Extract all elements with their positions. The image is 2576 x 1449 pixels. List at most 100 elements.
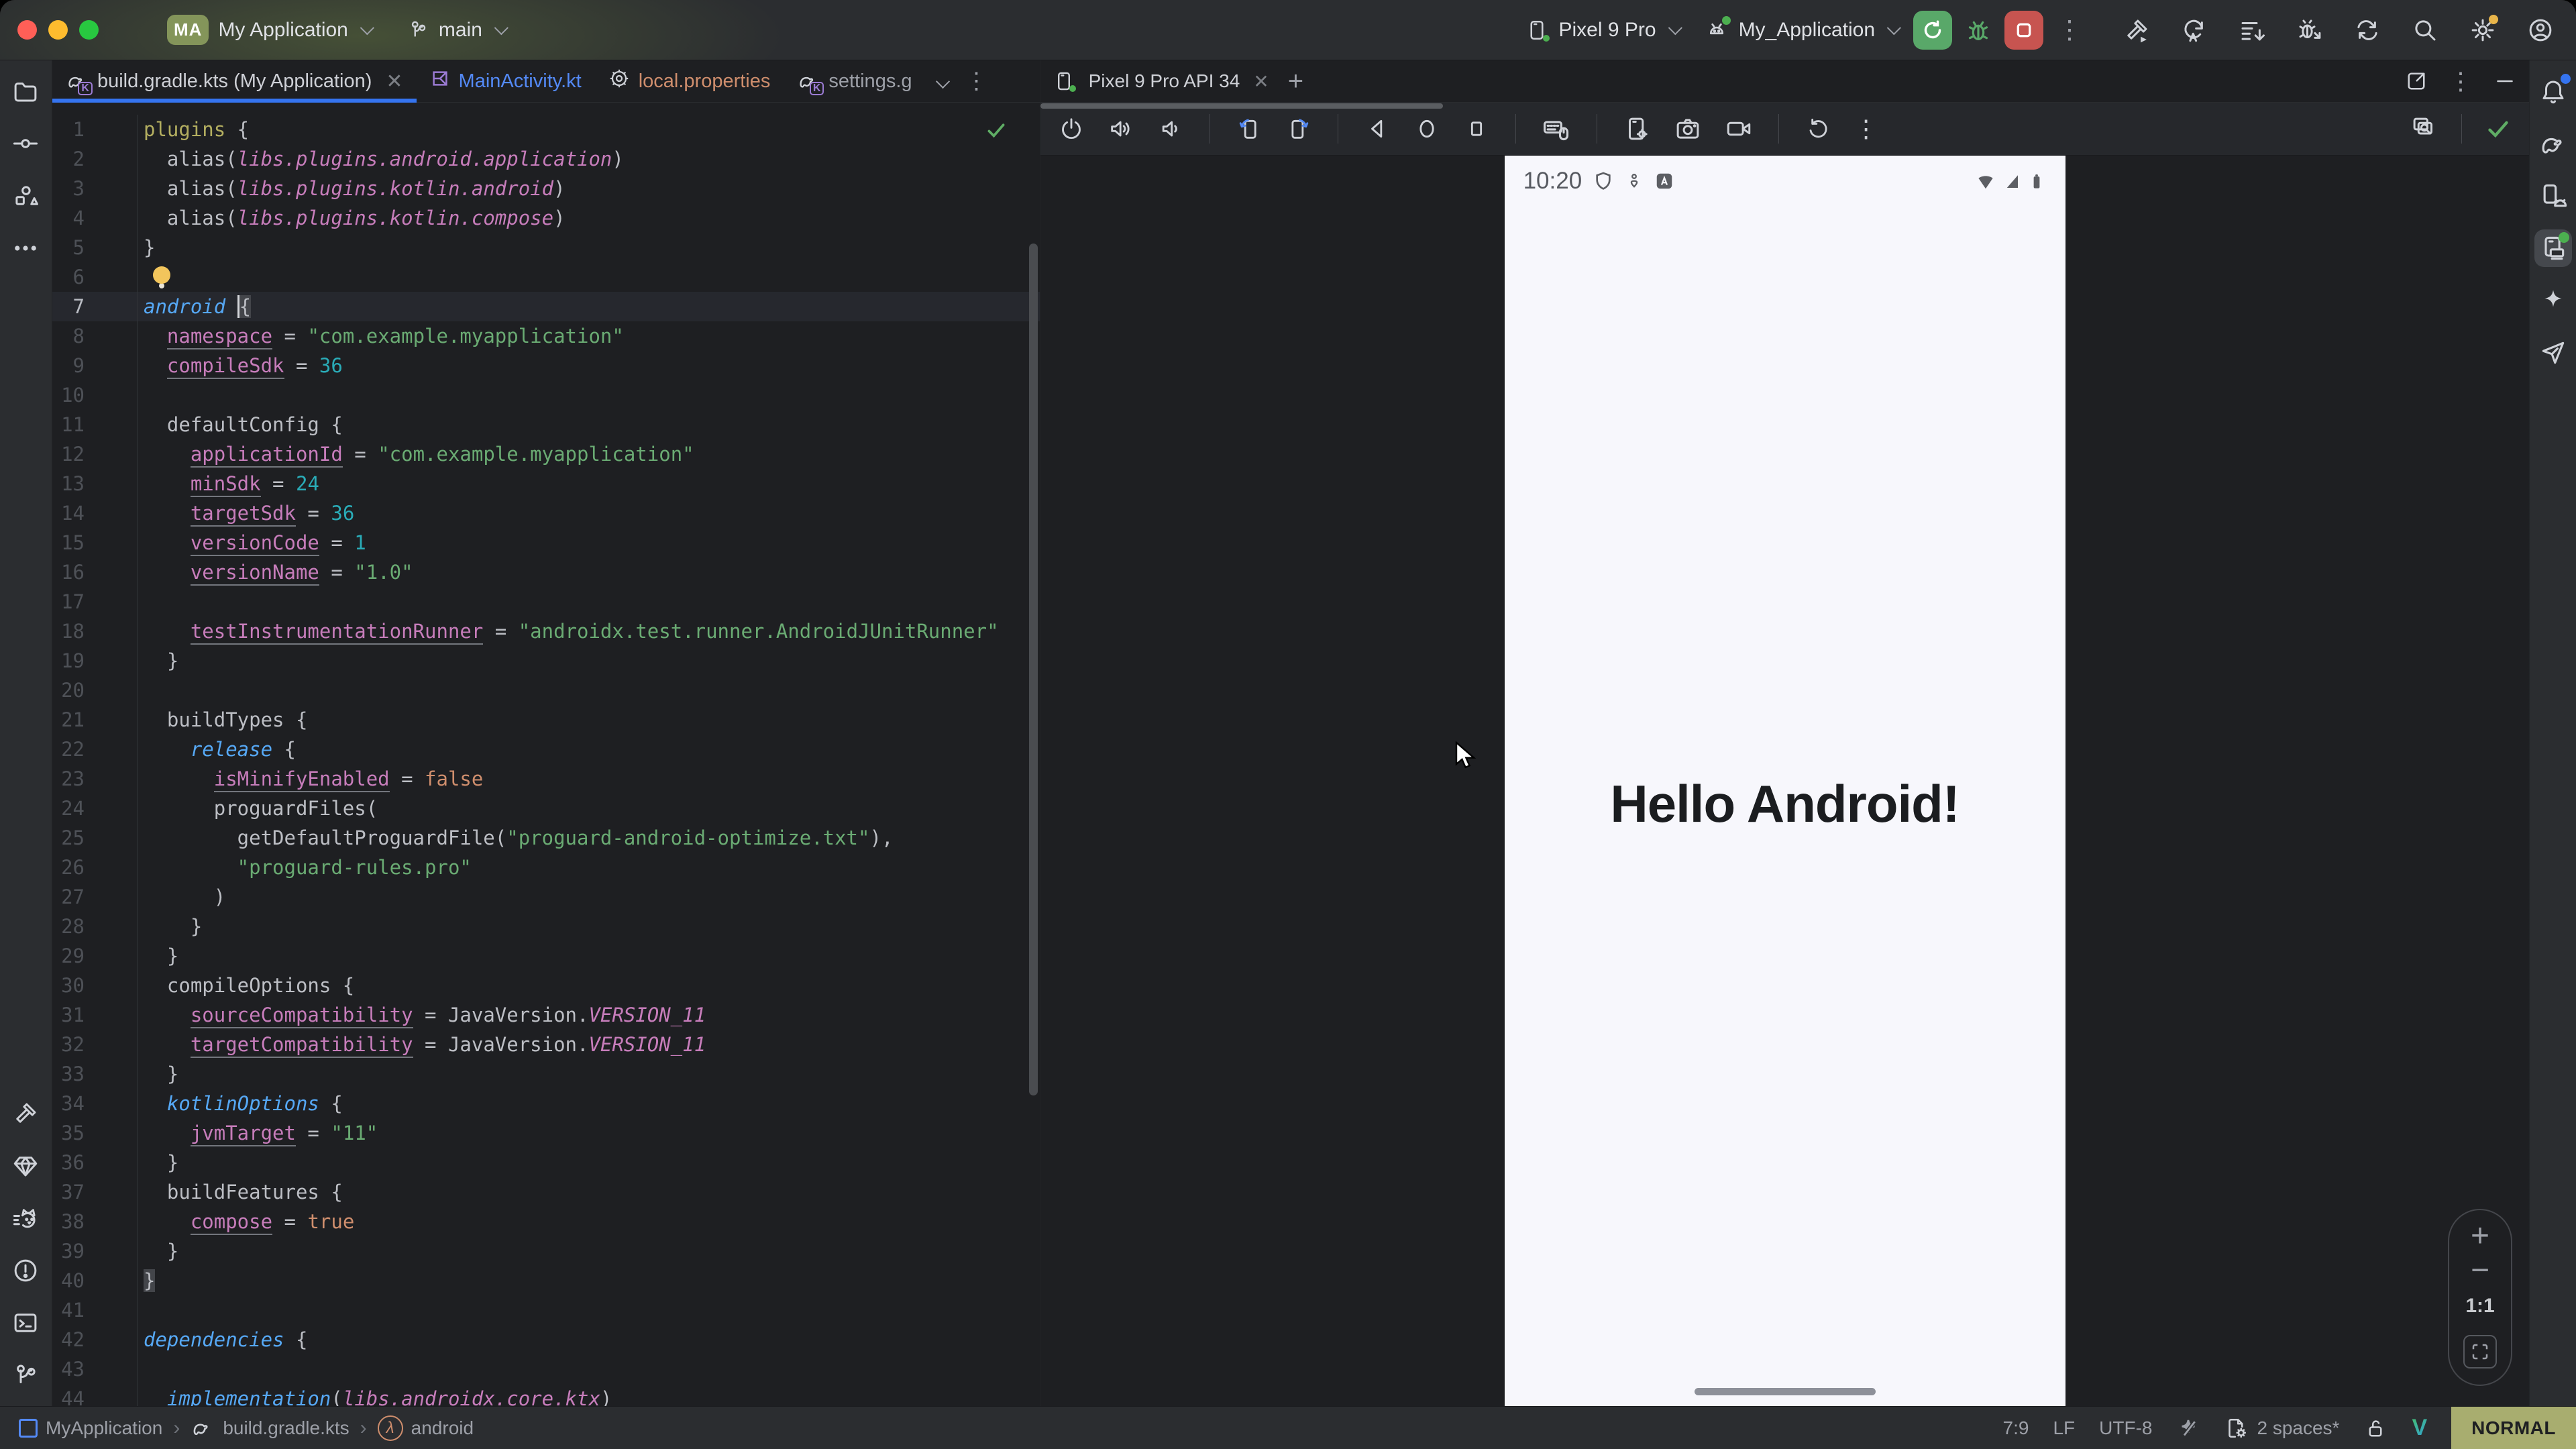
code-line-21[interactable]: buildTypes { (144, 705, 1040, 735)
code-line-29[interactable]: } (144, 941, 1040, 971)
code-line-41[interactable] (144, 1295, 1040, 1325)
code-line-4[interactable]: alias(libs.plugins.kotlin.compose) (144, 203, 1040, 233)
search-icon[interactable] (2411, 16, 2439, 44)
minimize-window-button[interactable] (48, 20, 68, 40)
device-horizontal-scrollbar[interactable] (1040, 103, 1443, 109)
attach-debugger-icon[interactable] (2296, 16, 2324, 44)
rotate-right-icon[interactable] (1285, 115, 1312, 142)
breadcrumb-file[interactable]: build.gradle.kts (191, 1416, 349, 1440)
volume-up-icon[interactable] (1108, 115, 1134, 142)
code-line-27[interactable]: ) (144, 882, 1040, 912)
device-tab-label[interactable]: Pixel 9 Pro API 34 (1089, 70, 1240, 92)
app-distribution-tool-icon[interactable] (2534, 334, 2572, 372)
gradle-tool-icon[interactable] (2534, 125, 2572, 162)
run-configuration-selector[interactable]: My_Application (1695, 12, 1907, 48)
apply-changes-restart-icon[interactable] (2180, 16, 2208, 44)
version-control-tool-icon[interactable] (7, 1356, 44, 1394)
debug-button[interactable] (1959, 11, 1998, 50)
hardware-input-icon[interactable] (1542, 114, 1571, 144)
device-panel-options-icon[interactable]: ⋮ (2449, 67, 2473, 95)
code-line-34[interactable]: kotlinOptions { (144, 1089, 1040, 1118)
code-line-15[interactable]: versionCode = 1 (144, 528, 1040, 557)
logcat-tool-icon[interactable] (7, 1199, 44, 1237)
breadcrumb-block[interactable]: λ android (378, 1415, 474, 1441)
code-line-32[interactable]: targetCompatibility = JavaVersion.VERSIO… (144, 1030, 1040, 1059)
code-line-25[interactable]: getDefaultProguardFile("proguard-android… (144, 823, 1040, 853)
editor-tab-3[interactable]: Ksettings.g (784, 60, 925, 102)
hide-panel-icon[interactable] (2493, 69, 2517, 93)
commit-tool-icon[interactable] (7, 125, 44, 162)
code-line-3[interactable]: alias(libs.plugins.kotlin.android) (144, 174, 1040, 203)
file-encoding[interactable]: UTF-8 (2099, 1417, 2152, 1439)
emulator-screen[interactable]: 10:20 Hello Android! (1505, 156, 2065, 1406)
code-line-1[interactable]: plugins { (144, 115, 1040, 144)
close-window-button[interactable] (17, 20, 37, 40)
editor-tab-2[interactable]: local.properties (595, 60, 784, 102)
rotate-left-icon[interactable] (1236, 115, 1263, 142)
code-line-2[interactable]: alias(libs.plugins.android.application) (144, 144, 1040, 174)
home-button-icon[interactable] (1413, 115, 1440, 142)
add-device-tab-button[interactable]: + (1288, 66, 1303, 97)
code-line-6[interactable] (144, 262, 1040, 292)
account-icon[interactable] (2526, 16, 2555, 44)
indent-setting[interactable]: 2 spaces* (2224, 1416, 2339, 1440)
notifications-tool-icon[interactable] (2534, 72, 2572, 110)
close-tab-icon[interactable]: ✕ (386, 70, 402, 93)
code-line-28[interactable]: } (144, 912, 1040, 941)
tab-list-chevron-icon[interactable] (935, 74, 949, 88)
code-line-16[interactable]: versionName = "1.0" (144, 557, 1040, 587)
breadcrumb-module[interactable]: MyApplication (19, 1417, 162, 1439)
device-selector[interactable]: Pixel 9 Pro (1515, 13, 1687, 48)
code-line-8[interactable]: namespace = "com.example.myapplication" (144, 321, 1040, 351)
rerun-button[interactable] (1913, 11, 1952, 50)
code-line-40[interactable]: } (144, 1266, 1040, 1295)
settings-gear-icon[interactable] (2469, 16, 2497, 44)
code-line-39[interactable]: } (144, 1236, 1040, 1266)
code-line-5[interactable]: } (144, 233, 1040, 262)
code-area[interactable]: plugins { alias(libs.plugins.android.app… (144, 115, 1040, 1406)
zoom-window-button[interactable] (79, 20, 99, 40)
device-manager-tool-icon[interactable] (2534, 177, 2572, 215)
vim-plugin-icon[interactable]: V (2412, 1415, 2427, 1441)
code-line-13[interactable]: minSdk = 24 (144, 469, 1040, 498)
code-line-38[interactable]: compose = true (144, 1207, 1040, 1236)
more-tool-windows-icon[interactable] (7, 229, 44, 267)
code-line-9[interactable]: compileSdk = 36 (144, 351, 1040, 380)
screen-record-icon[interactable] (1725, 115, 1753, 143)
editor-body[interactable]: 1234567891011121314151617181920212223242… (52, 103, 1040, 1406)
volume-down-icon[interactable] (1157, 115, 1184, 142)
code-line-19[interactable]: } (144, 646, 1040, 676)
power-button-icon[interactable] (1058, 115, 1085, 142)
code-line-11[interactable]: defaultConfig { (144, 410, 1040, 439)
gemini-disabled-icon[interactable] (2176, 1416, 2200, 1440)
code-line-26[interactable]: "proguard-rules.pro" (144, 853, 1040, 882)
zoom-in-button[interactable]: + (2471, 1226, 2489, 1246)
inspections-ok-icon[interactable] (985, 119, 1008, 142)
editor-tab-1[interactable]: MainActivity.kt (417, 60, 595, 102)
back-button-icon[interactable] (1364, 115, 1391, 142)
zoom-fit-button[interactable] (2463, 1335, 2497, 1368)
code-line-7[interactable]: android { (144, 292, 1040, 321)
code-line-33[interactable]: } (144, 1059, 1040, 1089)
caret-position[interactable]: 7:9 (2003, 1417, 2029, 1439)
profiler-gem-tool-icon[interactable] (7, 1147, 44, 1185)
project-selector[interactable]: MA My Application (158, 9, 380, 50)
code-line-23[interactable]: isMinifyEnabled = false (144, 764, 1040, 794)
code-line-30[interactable]: compileOptions { (144, 971, 1040, 1000)
code-line-14[interactable]: targetSdk = 36 (144, 498, 1040, 528)
apply-code-changes-icon[interactable] (2238, 16, 2266, 44)
code-line-37[interactable]: buildFeatures { (144, 1177, 1040, 1207)
code-line-20[interactable] (144, 676, 1040, 705)
branch-selector[interactable]: main (397, 13, 514, 47)
intention-lightbulb-icon[interactable] (153, 266, 170, 284)
code-line-17[interactable] (144, 587, 1040, 616)
editor-scrollbar[interactable] (1029, 244, 1038, 1095)
code-line-12[interactable]: applicationId = "com.example.myapplicati… (144, 439, 1040, 469)
tab-options-icon[interactable]: ⋮ (965, 68, 988, 95)
code-line-18[interactable]: testInstrumentationRunner = "androidx.te… (144, 616, 1040, 646)
code-line-24[interactable]: proguardFiles( (144, 794, 1040, 823)
zoom-out-button[interactable]: − (2471, 1264, 2489, 1277)
device-settings-icon[interactable] (1623, 115, 1651, 143)
zoom-actual-size-button[interactable]: 1:1 (2465, 1295, 2494, 1318)
code-line-10[interactable] (144, 380, 1040, 410)
